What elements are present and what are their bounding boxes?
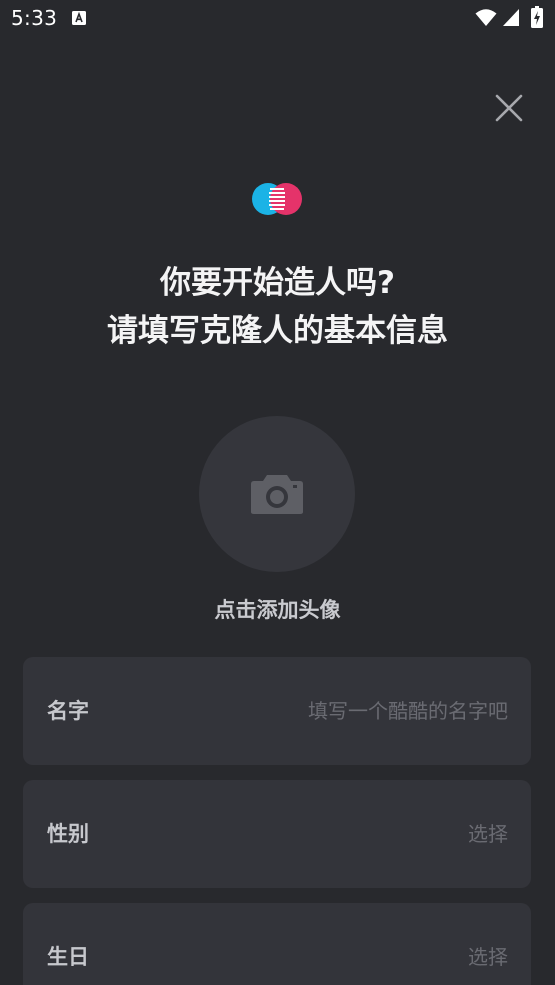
- camera-icon: [251, 475, 303, 514]
- gender-field[interactable]: 性别 选择: [23, 780, 531, 888]
- close-button[interactable]: [492, 91, 526, 125]
- status-bar: 5:33: [0, 0, 555, 38]
- name-field-placeholder[interactable]: 填写一个酷酷的名字吧: [308, 657, 508, 765]
- screen: 5:33 你要开始造人吗? 请填写克隆人的基本信息 点击添加头像 名字 填写一个…: [0, 0, 555, 985]
- status-time: 5:33: [11, 6, 58, 30]
- battery-charging-icon: [531, 6, 543, 28]
- name-field-label: 名字: [47, 699, 89, 723]
- headline-line-2: 请填写克隆人的基本信息: [107, 313, 448, 349]
- notification-a-icon: [72, 11, 86, 25]
- gender-field-placeholder[interactable]: 选择: [468, 780, 508, 888]
- app-logo: [252, 183, 302, 215]
- close-icon: [495, 94, 523, 122]
- cell-signal-icon: [503, 9, 519, 26]
- birthday-field[interactable]: 生日 选择: [23, 903, 531, 985]
- birthday-field-label: 生日: [47, 945, 89, 969]
- avatar-upload-label[interactable]: 点击添加头像: [0, 594, 555, 624]
- page-headline: 你要开始造人吗? 请填写克隆人的基本信息: [0, 259, 555, 355]
- name-field[interactable]: 名字 填写一个酷酷的名字吧: [23, 657, 531, 765]
- headline-line-1: 你要开始造人吗?: [160, 265, 395, 301]
- avatar-upload-button[interactable]: [199, 416, 355, 572]
- birthday-field-placeholder[interactable]: 选择: [468, 903, 508, 985]
- gender-field-label: 性别: [47, 822, 89, 846]
- wifi-icon: [475, 9, 497, 26]
